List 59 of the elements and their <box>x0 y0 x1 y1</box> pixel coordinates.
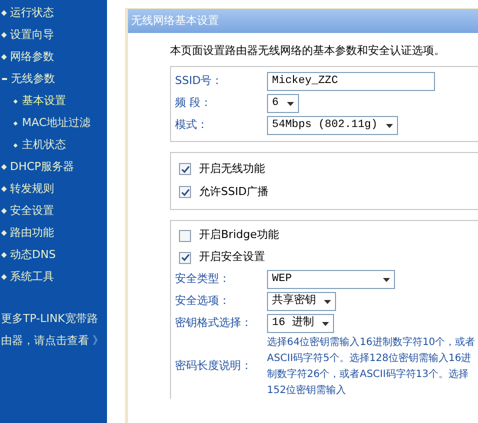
field-label: 安全选项： <box>175 293 231 310</box>
caret-icon <box>324 300 331 304</box>
bullet-icon <box>13 142 18 148</box>
sidebar-item[interactable]: 设置向导 <box>0 24 107 46</box>
panel-header: 无线网络基本设置 <box>128 9 478 33</box>
sidebar-item[interactable]: 系统工具 <box>0 266 107 288</box>
sidebar-item[interactable]: 运行状态 <box>0 2 107 24</box>
sidebar-item[interactable]: 无线参数 <box>0 68 107 90</box>
caret-icon <box>322 322 329 326</box>
checkbox-label: 开启无线功能 <box>199 160 265 177</box>
bullet-icon <box>1 10 7 16</box>
bullet-icon <box>1 186 7 192</box>
field-label: 密码长度说明： <box>175 358 253 374</box>
bullet-icon <box>1 252 7 258</box>
checkbox[interactable] <box>179 163 191 175</box>
field-label: 模式： <box>175 117 209 134</box>
dropdown[interactable]: 16 进制 <box>267 314 334 333</box>
bullet-icon <box>1 54 7 60</box>
sidebar-subitem[interactable]: 基本设置 <box>0 90 107 112</box>
sidebar-subitem[interactable]: MAC地址过滤 <box>0 112 107 134</box>
dropdown[interactable]: 6 <box>267 94 299 113</box>
field-label: 密钥格式选择： <box>175 315 253 332</box>
checkmark-icon <box>180 253 190 262</box>
checkbox-label: 开启安全设置 <box>199 249 265 266</box>
field-label: 安全类型： <box>175 271 231 288</box>
bullet-icon <box>1 274 7 280</box>
dropdown[interactable]: 54Mbps (802.11g) <box>267 116 398 135</box>
dropdown[interactable]: WEP <box>267 270 395 289</box>
dropdown[interactable]: 共享密钥 <box>267 292 336 311</box>
bullet-icon <box>1 208 7 214</box>
checkbox[interactable] <box>179 252 191 264</box>
caret-icon <box>386 124 393 128</box>
bullet-icon <box>1 32 7 38</box>
promo-link[interactable]: 更多TP-LINK宽带路由器，请点击查看 》 <box>0 308 107 352</box>
checkbox[interactable] <box>179 230 191 242</box>
minus-icon <box>2 78 7 80</box>
bullet-icon <box>1 230 7 236</box>
sidebar-item[interactable]: 路由功能 <box>0 222 107 244</box>
sidebar-item[interactable]: 网络参数 <box>0 46 107 68</box>
field-label: 频 段： <box>175 95 212 112</box>
checkbox[interactable] <box>179 186 191 198</box>
key-length-note: 选择64位密钥需输入16进制数字符10个，或者ASCII码字符5个。选择128位密钥需输入16进制数字符26个，或者ASCII码字符13个。选择152位密钥需输入 <box>267 336 476 398</box>
sidebar-subitem[interactable]: 主机状态 <box>0 134 107 156</box>
sidebar-item[interactable]: DHCP服务器 <box>0 156 107 178</box>
sidebar-item[interactable]: 转发规则 <box>0 178 107 200</box>
ssid-input-field[interactable]: Mickey_ZZC <box>267 72 435 91</box>
checkmark-icon <box>180 164 190 174</box>
sidebar-item[interactable]: 动态DNS <box>0 244 107 266</box>
bullet-icon <box>13 98 18 104</box>
checkbox-label: 允许SSID广播 <box>199 184 269 200</box>
page-description: 本页面设置路由器无线网络的基本参数和安全认证选项。 <box>170 43 446 59</box>
checkbox-label: 开启Bridge功能 <box>199 227 279 244</box>
bullet-icon <box>13 120 18 126</box>
caret-icon <box>383 278 390 282</box>
checkmark-icon <box>180 188 190 196</box>
caret-icon <box>286 102 294 106</box>
sidebar-item[interactable]: 安全设置 <box>0 200 107 222</box>
bullet-icon <box>1 164 7 170</box>
field-label: SSID号： <box>175 73 224 90</box>
